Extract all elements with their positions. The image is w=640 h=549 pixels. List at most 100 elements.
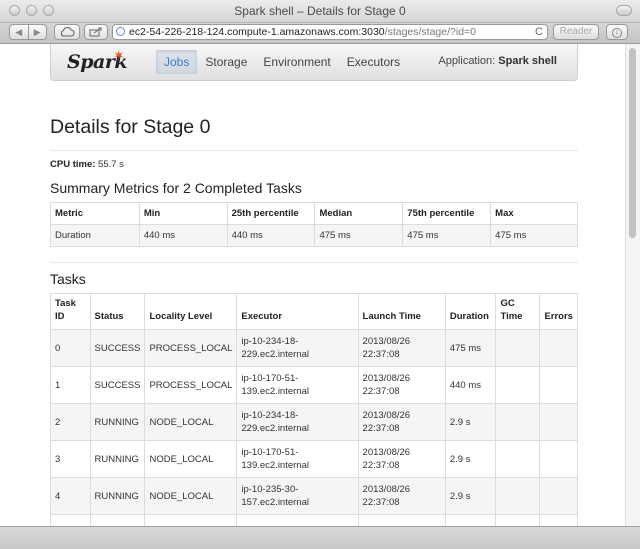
window-title: Spark shell – Details for Stage 0 <box>234 4 406 18</box>
tasks-col-status[interactable]: Status <box>89 293 146 330</box>
summary-col-p25[interactable]: 25th percentile <box>226 202 316 225</box>
cpu-time-label: CPU time: <box>50 159 96 170</box>
task-cell: ip-10-234-18-229.ec2.internal <box>236 329 359 367</box>
task-cell <box>495 329 541 367</box>
downloads-button[interactable]: ↓ <box>606 24 628 40</box>
task-cell <box>539 440 578 478</box>
reload-icon[interactable]: C <box>535 25 543 39</box>
reader-button[interactable]: Reader <box>553 24 599 40</box>
task-cell: 3 <box>50 440 91 478</box>
task-cell: ip-10-170-51-139.ec2.internal <box>236 366 359 404</box>
summary-cell: Duration <box>50 224 140 247</box>
summary-col-max[interactable]: Max <box>490 202 578 225</box>
url-host: ec2-54-226-218-124.compute-1.amazonaws.c… <box>129 26 385 38</box>
window-controls <box>9 5 54 16</box>
spark-star-icon: ✶ <box>113 47 125 63</box>
task-cell: ip-10-170-51-139.ec2.internal <box>236 440 359 478</box>
task-cell: 2013/08/26 22:37:08 <box>357 329 446 367</box>
task-cell: 2.9 s <box>444 477 497 515</box>
cloud-icon <box>60 27 75 37</box>
zoom-window-button[interactable] <box>43 5 54 16</box>
task-cell: PROCESS_LOCAL <box>144 366 238 404</box>
summary-col-metric[interactable]: Metric <box>50 202 140 225</box>
section-divider <box>50 262 578 263</box>
forward-button[interactable]: ▶ <box>27 25 47 39</box>
tasks-col-task-id[interactable]: Task ID <box>50 293 91 330</box>
downloads-icon: ↓ <box>612 28 622 38</box>
browser-toolbar: ◀ ▶ ec2-54-226-218-124.compute-1.amazona… <box>0 23 640 44</box>
summary-cell: 440 ms <box>138 224 228 247</box>
tasks-col-locality[interactable]: Locality Level <box>144 293 238 330</box>
tasks-header-row: Task ID Status Locality Level Executor L… <box>50 293 578 330</box>
task-cell: RUNNING <box>89 440 146 478</box>
summary-col-min[interactable]: Min <box>138 202 228 225</box>
tasks-col-executor[interactable]: Executor <box>236 293 359 330</box>
close-window-button[interactable] <box>9 5 20 16</box>
task-cell <box>539 477 578 515</box>
minimize-window-button[interactable] <box>26 5 37 16</box>
task-cell: RUNNING <box>89 403 146 441</box>
task-cell: RUNNING <box>89 477 146 515</box>
nav-links: Jobs Storage Environment Executors <box>156 44 408 80</box>
title-bar: Spark shell – Details for Stage 0 <box>0 0 640 23</box>
back-button[interactable]: ◀ <box>10 25 28 39</box>
task-cell: 2013/08/26 22:37:08 <box>357 403 446 441</box>
tasks-body: 0 SUCCESS PROCESS_LOCAL ip-10-234-18-229.ec… <box>50 329 578 527</box>
page-viewport: Spark ✶ Jobs Storage Environment Executo… <box>0 44 626 527</box>
summary-cell: 440 ms <box>226 224 316 247</box>
share-button[interactable] <box>84 24 108 40</box>
address-bar[interactable]: ec2-54-226-218-124.compute-1.amazonaws.c… <box>112 24 548 40</box>
task-cell: 1 <box>50 366 91 404</box>
application-name: Application: Spark shell <box>438 55 557 67</box>
tasks-table: Task ID Status Locality Level Executor L… <box>50 293 578 527</box>
summary-heading: Summary Metrics for 2 Completed Tasks <box>50 180 302 196</box>
tasks-col-errors[interactable]: Errors <box>539 293 578 330</box>
share-icon <box>89 27 102 37</box>
nav-jobs[interactable]: Jobs <box>156 50 198 74</box>
task-cell: 2013/08/26 22:37:08 <box>357 366 446 404</box>
task-cell <box>495 477 541 515</box>
task-cell <box>539 366 578 404</box>
page-title: Details for Stage 0 <box>50 116 211 138</box>
task-cell: NODE_LOCAL <box>144 477 238 515</box>
nav-storage[interactable]: Storage <box>197 44 255 80</box>
spark-navbar: Spark ✶ Jobs Storage Environment Executo… <box>50 44 578 81</box>
task-cell <box>539 329 578 367</box>
application-value: Spark shell <box>498 55 557 67</box>
task-cell: 0 <box>50 329 91 367</box>
table-row: 2 RUNNING NODE_LOCAL ip-10-234-18-229.ec2.i… <box>50 403 578 441</box>
nav-environment[interactable]: Environment <box>255 44 338 80</box>
task-cell: NODE_LOCAL <box>144 403 238 441</box>
table-row: 4 RUNNING NODE_LOCAL ip-10-235-30-157.ec2.i… <box>50 477 578 515</box>
task-cell: 2.9 s <box>444 440 497 478</box>
table-row: 3 RUNNING NODE_LOCAL ip-10-170-51-139.ec2.i… <box>50 440 578 478</box>
cpu-time-value: 55.7 s <box>98 159 124 170</box>
fullscreen-button[interactable] <box>616 5 632 16</box>
summary-header-row: Metric Min 25th percentile Median 75th p… <box>50 202 578 225</box>
icloud-tabs-button[interactable] <box>54 24 80 40</box>
task-cell: 2013/08/26 22:37:08 <box>357 440 446 478</box>
summary-cell: 475 ms <box>490 224 578 247</box>
scrollbar-thumb[interactable] <box>629 48 636 238</box>
task-cell: 475 ms <box>444 329 497 367</box>
cpu-time: CPU time: 55.7 s <box>50 159 124 170</box>
task-cell <box>495 366 541 404</box>
task-cell: SUCCESS <box>89 329 146 367</box>
task-cell: 2.9 s <box>444 403 497 441</box>
task-cell: SUCCESS <box>89 366 146 404</box>
task-cell: NODE_LOCAL <box>144 440 238 478</box>
vertical-scrollbar[interactable] <box>625 44 640 527</box>
globe-icon <box>116 27 125 36</box>
tasks-col-duration[interactable]: Duration <box>444 293 497 330</box>
nav-executors[interactable]: Executors <box>339 44 408 80</box>
tasks-col-gc-time[interactable]: GC Time <box>495 293 541 330</box>
tasks-col-launch-time[interactable]: Launch Time <box>357 293 446 330</box>
task-cell: PROCESS_LOCAL <box>144 329 238 367</box>
task-cell: ip-10-235-30-157.ec2.internal <box>236 477 359 515</box>
task-cell <box>539 403 578 441</box>
summary-metrics-table: Metric Min 25th percentile Median 75th p… <box>50 202 578 247</box>
status-bar <box>0 526 640 549</box>
summary-col-median[interactable]: Median <box>314 202 404 225</box>
summary-col-p75[interactable]: 75th percentile <box>402 202 492 225</box>
table-row: 1 SUCCESS PROCESS_LOCAL ip-10-170-51-139.ec… <box>50 366 578 404</box>
